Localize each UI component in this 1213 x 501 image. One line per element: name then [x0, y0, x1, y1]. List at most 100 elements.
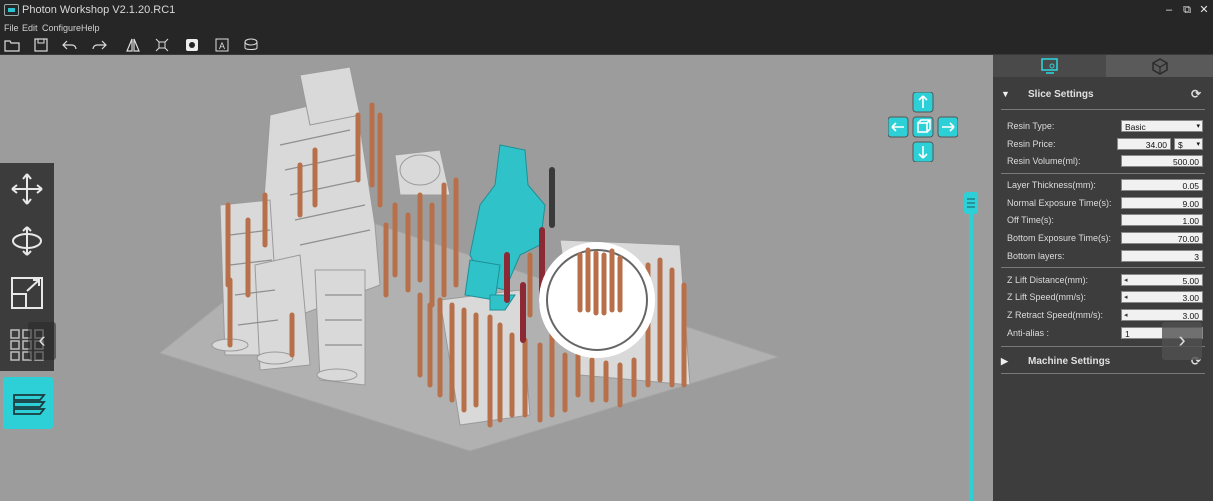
tab-slice-settings[interactable] — [993, 55, 1106, 77]
settings-panel: ▼ Slice Settings ⟳ Resin Type: Basic ▾ Re… — [993, 55, 1213, 501]
resin-price-row: Resin Price: 34.00 $ ▾ — [1007, 138, 1203, 152]
bottom-exposure-input[interactable]: 70.00 — [1121, 232, 1203, 244]
bottom-exposure-label: Bottom Exposure Time(s): — [1007, 233, 1112, 243]
app-window: Photon Workshop V2.1.20.RC1 – ⧉ ✕ File E… — [0, 0, 1213, 501]
bottom-layers-row: Bottom layers: 3 — [1007, 250, 1203, 264]
resin-type-row: Resin Type: Basic ▾ — [1007, 120, 1203, 134]
layer-slider[interactable] — [963, 192, 979, 501]
hollow-icon[interactable] — [183, 36, 201, 54]
window-title: Photon Workshop V2.1.20.RC1 — [22, 4, 176, 16]
resin-volume-label: Resin Volume(ml): — [1007, 156, 1081, 166]
divider — [1001, 109, 1205, 110]
z-retract-speed-value: 3.00 — [1182, 311, 1199, 321]
bottom-exposure-row: Bottom Exposure Time(s): 70.00 — [1007, 232, 1203, 246]
scale-icon — [11, 277, 43, 309]
off-time-row: Off Time(s): 1.00 — [1007, 214, 1203, 228]
resin-type-label: Resin Type: — [1007, 121, 1055, 131]
tab-model[interactable] — [1106, 55, 1213, 77]
undo-icon[interactable] — [61, 36, 79, 54]
panel-tabs — [993, 55, 1213, 77]
expand-triangle-icon: ▶ — [1001, 356, 1008, 366]
collapse-left-panel-button[interactable]: ‹ — [28, 322, 56, 360]
resin-price-label: Resin Price: — [1007, 139, 1056, 149]
layer-thickness-input[interactable]: 0.05 — [1121, 179, 1203, 191]
slice-settings-header[interactable]: ▼ Slice Settings ⟳ — [1001, 85, 1205, 105]
spin-left-icon[interactable]: ◂ — [1124, 310, 1128, 322]
resin-volume-input[interactable]: 500.00 — [1121, 155, 1203, 167]
cube-icon — [1152, 58, 1168, 75]
menu-help[interactable]: Help — [81, 23, 100, 33]
layers-icon — [13, 394, 46, 415]
layer-thickness-row: Layer Thickness(mm): 0.05 — [1007, 179, 1203, 193]
z-lift-distance-value: 5.00 — [1182, 276, 1199, 286]
chevron-down-icon: ▾ — [1196, 141, 1200, 148]
mirror-icon[interactable] — [124, 36, 142, 54]
bottom-layers-label: Bottom layers: — [1007, 251, 1065, 261]
z-retract-speed-label: Z Retract Speed(mm/s): — [1007, 310, 1104, 320]
maximize-button[interactable]: ⧉ — [1180, 3, 1194, 17]
move-icon — [11, 173, 43, 205]
support-icon[interactable] — [242, 36, 260, 54]
move-tool-button[interactable] — [0, 163, 54, 215]
resin-price-input[interactable]: 34.00 — [1117, 138, 1171, 150]
z-lift-distance-spinbox[interactable]: ◂ 5.00 — [1121, 274, 1203, 286]
close-button[interactable]: ✕ — [1197, 3, 1211, 17]
menu-edit[interactable]: Edit — [22, 23, 38, 33]
layers-tool-button[interactable] — [3, 377, 53, 429]
normal-exposure-row: Normal Exposure Time(s): 9.00 — [1007, 197, 1203, 211]
menu-configure[interactable]: Configure — [42, 23, 81, 33]
z-lift-distance-row: Z Lift Distance(mm): ◂ 5.00 — [1007, 274, 1203, 288]
spin-left-icon[interactable]: ◂ — [1124, 275, 1128, 287]
z-lift-speed-row: Z Lift Speed(mm/s): ◂ 3.00 — [1007, 291, 1203, 305]
resin-type-value: Basic — [1125, 122, 1146, 132]
off-time-input[interactable]: 1.00 — [1121, 214, 1203, 226]
resin-type-select[interactable]: Basic ▾ — [1121, 120, 1203, 132]
collapse-triangle-icon: ▼ — [1001, 89, 1010, 99]
explode-icon[interactable] — [153, 36, 171, 54]
collapse-right-panel-button[interactable]: › — [1162, 322, 1202, 360]
slice-settings-title: Slice Settings — [1028, 89, 1094, 100]
resin-volume-row: Resin Volume(ml): 500.00 — [1007, 155, 1203, 169]
divider — [1001, 373, 1205, 374]
anti-alias-label: Anti-alias : — [1007, 328, 1050, 338]
open-icon[interactable] — [3, 36, 21, 54]
text-icon[interactable]: A — [213, 36, 231, 54]
z-lift-speed-spinbox[interactable]: ◂ 3.00 — [1121, 291, 1203, 303]
3d-viewport[interactable]: ‹ — [0, 55, 993, 501]
menu-file[interactable]: File — [4, 23, 19, 33]
support-magnifier — [539, 242, 655, 358]
redo-icon[interactable] — [90, 36, 108, 54]
menu-bar: File Edit Configure Help — [0, 21, 1213, 35]
z-lift-distance-label: Z Lift Distance(mm): — [1007, 275, 1089, 285]
z-retract-speed-spinbox[interactable]: ◂ 3.00 — [1121, 309, 1203, 321]
z-retract-speed-row: Z Retract Speed(mm/s): ◂ 3.00 — [1007, 309, 1203, 323]
title-bar: Photon Workshop V2.1.20.RC1 – ⧉ ✕ — [0, 0, 1213, 21]
monitor-icon — [1041, 58, 1058, 74]
svg-text:A: A — [219, 41, 225, 51]
currency-value: $ — [1178, 140, 1183, 150]
anti-alias-value: 1 — [1125, 329, 1130, 339]
view-navigation-control[interactable] — [888, 92, 958, 162]
spin-left-icon[interactable]: ◂ — [1124, 292, 1128, 304]
z-lift-speed-label: Z Lift Speed(mm/s): — [1007, 292, 1087, 302]
chevron-down-icon: ▾ — [1196, 123, 1200, 130]
off-time-label: Off Time(s): — [1007, 215, 1054, 225]
refresh-icon[interactable]: ⟳ — [1191, 87, 1201, 101]
divider — [1001, 267, 1205, 268]
build-plate-scene — [158, 66, 780, 452]
app-logo-icon — [4, 4, 19, 16]
bottom-layers-input[interactable]: 3 — [1121, 250, 1203, 262]
layer-thickness-label: Layer Thickness(mm): — [1007, 180, 1096, 190]
normal-exposure-label: Normal Exposure Time(s): — [1007, 198, 1112, 208]
normal-exposure-input[interactable]: 9.00 — [1121, 197, 1203, 209]
rotate-icon — [12, 226, 42, 256]
currency-select[interactable]: $ ▾ — [1174, 138, 1203, 150]
rotate-tool-button[interactable] — [0, 215, 54, 267]
scale-tool-button[interactable] — [0, 267, 54, 319]
toolbar: A — [0, 35, 1213, 55]
minimize-button[interactable]: – — [1162, 3, 1176, 17]
z-lift-speed-value: 3.00 — [1182, 293, 1199, 303]
divider — [1001, 173, 1205, 174]
save-icon[interactable] — [32, 36, 50, 54]
machine-settings-title: Machine Settings — [1028, 356, 1111, 367]
